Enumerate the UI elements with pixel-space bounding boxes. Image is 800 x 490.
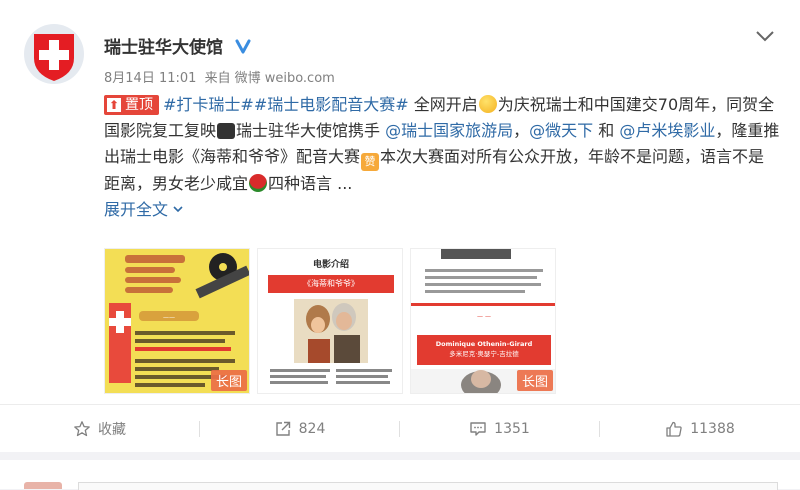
emoji-icon <box>478 95 497 113</box>
post-time[interactable]: 8月14日 11:01 <box>104 71 196 86</box>
post-text-segment: 全网开启 <box>413 95 478 114</box>
post-text-segment: ， <box>513 121 530 140</box>
director-name: Dominique Othenin-Girard <box>435 340 533 348</box>
svg-text:— —: — — <box>477 313 491 320</box>
post-source[interactable]: 微博 weibo.com <box>235 71 335 86</box>
zan-emoji-icon: 赞 <box>361 153 380 171</box>
action-bar: 收藏 824 1351 11388 <box>0 404 800 453</box>
director-name-cn: 多米尼克·奥瑟宁-吉拉德 <box>449 350 519 358</box>
like-button[interactable]: 11388 <box>600 405 800 453</box>
post-text: ⬆ 置顶 #打卡瑞士##瑞士电影配音大赛# 全网开启 为庆祝瑞士和中国建交70周年，同… <box>104 92 780 223</box>
expand-label[interactable]: 展开全文 <box>104 200 168 219</box>
hashtag-link[interactable]: #打卡瑞士# <box>163 95 254 114</box>
image-thumbnail[interactable]: — — Dominique Othenin-Girard 多米尼克·奥瑟宁-吉拉… <box>410 248 556 394</box>
source-prefix: 来自 <box>204 71 231 86</box>
comment-area <box>0 460 800 490</box>
comment-button[interactable]: 1351 <box>400 405 599 453</box>
hashtag-link[interactable]: #瑞士电影配音大赛# <box>254 95 409 114</box>
image-thumbnail[interactable]: 电影介绍 《海蒂和爷爷》 <box>257 248 403 394</box>
favorite-button[interactable]: 收藏 <box>0 405 199 453</box>
post-meta: 8月14日 11:01 来自 微博 weibo.com <box>104 67 339 86</box>
verified-icon <box>235 39 251 54</box>
mention-link[interactable]: @微天下 <box>529 121 593 140</box>
repost-icon <box>275 421 290 436</box>
post-text-segment: 和 <box>598 121 615 140</box>
expand-full-text-link[interactable]: 展开全文 <box>104 200 185 219</box>
svg-text:——: —— <box>163 314 175 321</box>
rose-emoji-icon <box>249 174 268 192</box>
thumbs-up-icon <box>666 421 682 437</box>
repost-button[interactable]: 824 <box>200 405 399 453</box>
author-name-text[interactable]: 瑞士驻华大使馆 <box>104 38 223 58</box>
repost-count: 824 <box>298 421 326 437</box>
weibo-post-card: 瑞士驻华大使馆 8月14日 11:01 来自 微博 weibo.com ⬆ 置顶 #打… <box>0 0 800 452</box>
pin-label: 置顶 <box>125 97 153 113</box>
image-thumbnail[interactable]: —— 长图 <box>104 248 250 394</box>
comment-count: 1351 <box>494 421 530 437</box>
clapperboard-emoji-icon <box>217 123 236 139</box>
chevron-down-icon[interactable] <box>751 24 779 48</box>
director-box: Dominique Othenin-Girard 多米尼克·奥瑟宁-吉拉德 <box>417 335 551 365</box>
swiss-embassy-avatar[interactable] <box>24 24 84 84</box>
long-image-badge: 长图 <box>516 370 553 391</box>
movie-poster-graphic <box>270 299 392 384</box>
like-count: 11388 <box>690 421 735 437</box>
mention-link[interactable]: @瑞士国家旅游局 <box>385 121 513 140</box>
post-text-segment: 瑞士驻华大使馆携手 <box>236 121 381 140</box>
author-name[interactable]: 瑞士驻华大使馆 <box>104 33 252 58</box>
star-icon <box>74 421 90 437</box>
post-text-segment: 四种语言 ... <box>268 174 353 193</box>
long-image-badge: 长图 <box>210 370 247 391</box>
comment-icon <box>470 422 486 436</box>
mention-link[interactable]: @卢米埃影业 <box>619 121 715 140</box>
user-avatar <box>24 482 62 489</box>
pin-badge: ⬆ 置顶 <box>104 95 159 115</box>
pin-icon: ⬆ <box>107 98 121 112</box>
favorite-label: 收藏 <box>98 422 126 438</box>
chevron-down-small-icon <box>173 206 183 213</box>
